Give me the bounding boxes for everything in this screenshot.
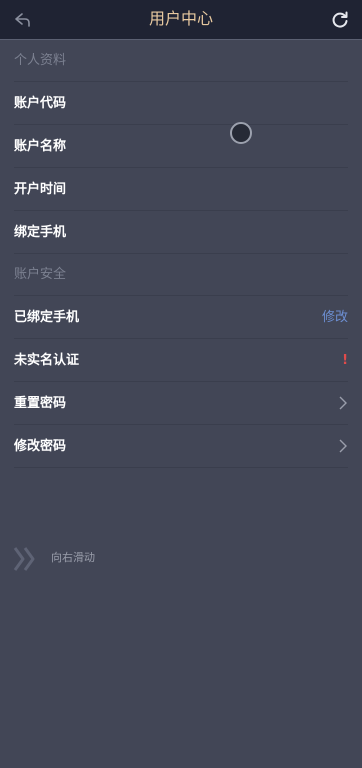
- row-account-code[interactable]: 账户代码: [0, 82, 362, 125]
- divider: [14, 467, 348, 468]
- loading-spinner: [230, 122, 252, 144]
- row-label: 账户名称: [14, 139, 67, 154]
- section-title: 个人资料: [14, 53, 67, 68]
- chevron-right-icon: [338, 425, 348, 468]
- double-chevron-right-icon: [13, 547, 35, 571]
- row-label: 绑定手机: [14, 225, 67, 240]
- refresh-icon: [332, 11, 348, 28]
- row-reset-password[interactable]: 重置密码: [0, 382, 362, 425]
- section-title: 账户安全: [14, 267, 67, 282]
- row-phone-bound[interactable]: 已绑定手机 修改: [0, 296, 362, 339]
- page-title: 用户中心: [148, 9, 213, 28]
- chevron-right-icon: [338, 382, 348, 425]
- row-label: 重置密码: [14, 396, 67, 411]
- row-label: 账户代码: [14, 96, 67, 111]
- section-header-security: 账户安全: [0, 254, 362, 296]
- app-header: 用户中心: [0, 0, 362, 40]
- row-label: 已绑定手机: [14, 310, 80, 325]
- row-label: 修改密码: [14, 439, 67, 454]
- row-real-name-verification[interactable]: 未实名认证 !: [0, 339, 362, 382]
- section-header-profile: 个人资料: [0, 40, 362, 82]
- row-open-time[interactable]: 开户时间: [0, 168, 362, 211]
- back-arrow-icon: [15, 13, 30, 27]
- swipe-hint: 向右滑动: [12, 544, 132, 574]
- row-account-name[interactable]: 账户名称: [0, 125, 362, 168]
- swipe-hint-text: 向右滑动: [51, 551, 95, 564]
- row-change-password[interactable]: 修改密码: [0, 425, 362, 468]
- back-button[interactable]: [8, 6, 36, 34]
- refresh-button[interactable]: [326, 6, 354, 34]
- user-center-list: 个人资料 账户代码 账户名称 开户时间 绑定手机 账户安全 已绑定手机 修改 未…: [0, 40, 362, 468]
- row-label: 未实名认证: [14, 353, 80, 368]
- warning-badge: !: [342, 353, 348, 368]
- row-bound-phone[interactable]: 绑定手机: [0, 211, 362, 254]
- row-label: 开户时间: [14, 182, 67, 197]
- edit-phone-link[interactable]: 修改: [322, 296, 348, 339]
